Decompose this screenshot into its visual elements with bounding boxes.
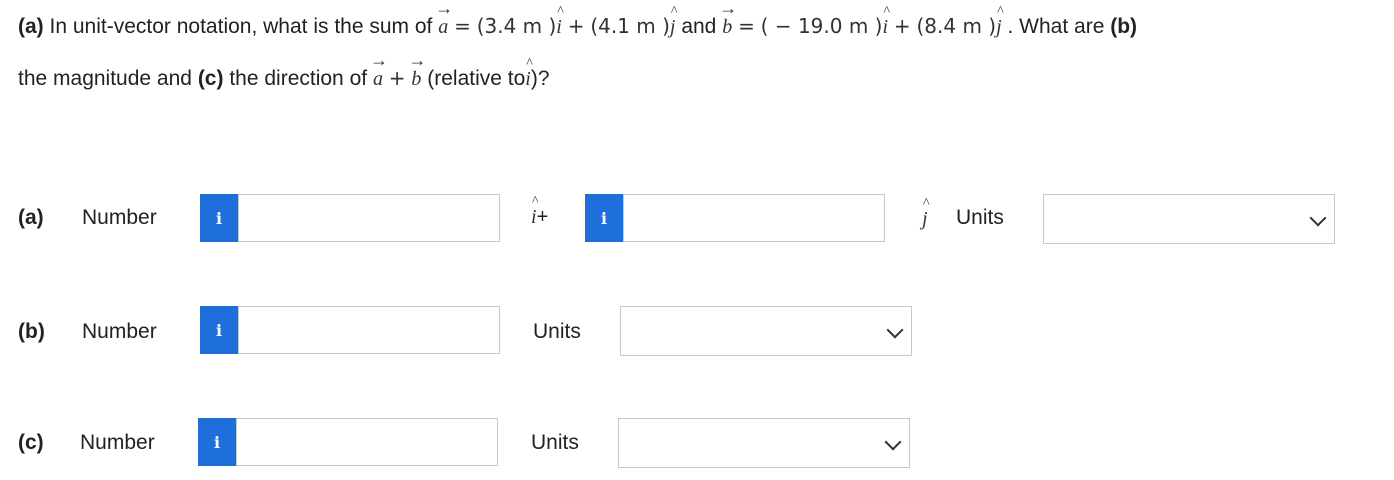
part-b-number-label: Number	[82, 320, 157, 343]
i-hat: i	[556, 4, 563, 39]
part-a-row: (a) Number i i+ i j Units	[0, 194, 1394, 244]
j-hat-input: j	[922, 196, 929, 231]
part-c-row: (c) Number i Units	[0, 418, 1394, 468]
part-a-number-label: Number	[82, 206, 157, 229]
relative-text: (relative to	[427, 67, 526, 90]
question-end: )?	[530, 67, 550, 90]
part-c-prefix: (c)	[197, 67, 224, 90]
part-b-prefix: (b)	[1110, 15, 1138, 38]
vector-a: a	[435, 0, 453, 39]
part-c-units-select[interactable]	[618, 418, 910, 468]
and-word: and	[681, 15, 717, 38]
i-hat-relative: i	[525, 56, 532, 91]
equals-sign-b: =	[738, 14, 755, 38]
chevron-down-icon	[884, 433, 902, 451]
i-hat-b: i	[882, 4, 889, 39]
part-a-j-input[interactable]	[623, 194, 885, 242]
part-a-prefix: (a)	[18, 15, 44, 38]
info-icon[interactable]: i	[200, 194, 238, 242]
part-b-input[interactable]	[238, 306, 500, 354]
question-line-1: (a) In unit-vector notation, what is the…	[18, 0, 1138, 39]
part-a-units-label: Units	[956, 206, 1004, 229]
part-c-number-label: Number	[80, 431, 155, 454]
equals-sign: =	[454, 14, 471, 38]
plus-sign: +	[567, 14, 585, 38]
j-hat-b: j	[996, 4, 1003, 39]
b-x-component: ( − 19.0 m )	[760, 14, 883, 38]
part-b-units-select[interactable]	[620, 306, 912, 356]
chevron-down-icon	[886, 321, 904, 339]
question-text: In unit-vector notation, what is the sum…	[49, 15, 433, 38]
vector-b-sum: b	[408, 50, 426, 91]
j-hat: j	[670, 4, 677, 39]
vector-b: b	[719, 0, 737, 39]
part-b-row: (b) Number i Units	[0, 306, 1394, 356]
part-a-i-input[interactable]	[238, 194, 500, 242]
info-icon[interactable]: i	[198, 418, 236, 466]
b-y-component: (8.4 m )	[916, 14, 997, 38]
what-are-text: . What are	[1007, 15, 1105, 38]
a-x-component: (3.4 m )	[476, 14, 557, 38]
a-y-component: (4.1 m )	[590, 14, 670, 38]
part-a-units-select[interactable]	[1043, 194, 1335, 244]
question-text-3: the direction of	[229, 67, 368, 90]
plus-sign-sum: +	[388, 66, 406, 90]
part-c-units-label: Units	[531, 431, 579, 454]
info-icon[interactable]: i	[585, 194, 623, 242]
part-a-i-plus: i+	[531, 194, 548, 229]
question-text-2: the magnitude and	[18, 67, 192, 90]
part-a-label: (a)	[18, 206, 44, 229]
vector-a-sum: a	[370, 50, 388, 91]
question-line-2: the magnitude and (c) the direction of a…	[18, 50, 550, 91]
part-c-label: (c)	[18, 431, 44, 454]
info-icon[interactable]: i	[200, 306, 238, 354]
part-b-label: (b)	[18, 320, 45, 343]
part-b-units-label: Units	[533, 320, 581, 343]
chevron-down-icon	[1309, 209, 1327, 227]
plus-sign-b: +	[893, 14, 911, 38]
i-hat-input: i	[531, 194, 538, 229]
part-c-input[interactable]	[236, 418, 498, 466]
